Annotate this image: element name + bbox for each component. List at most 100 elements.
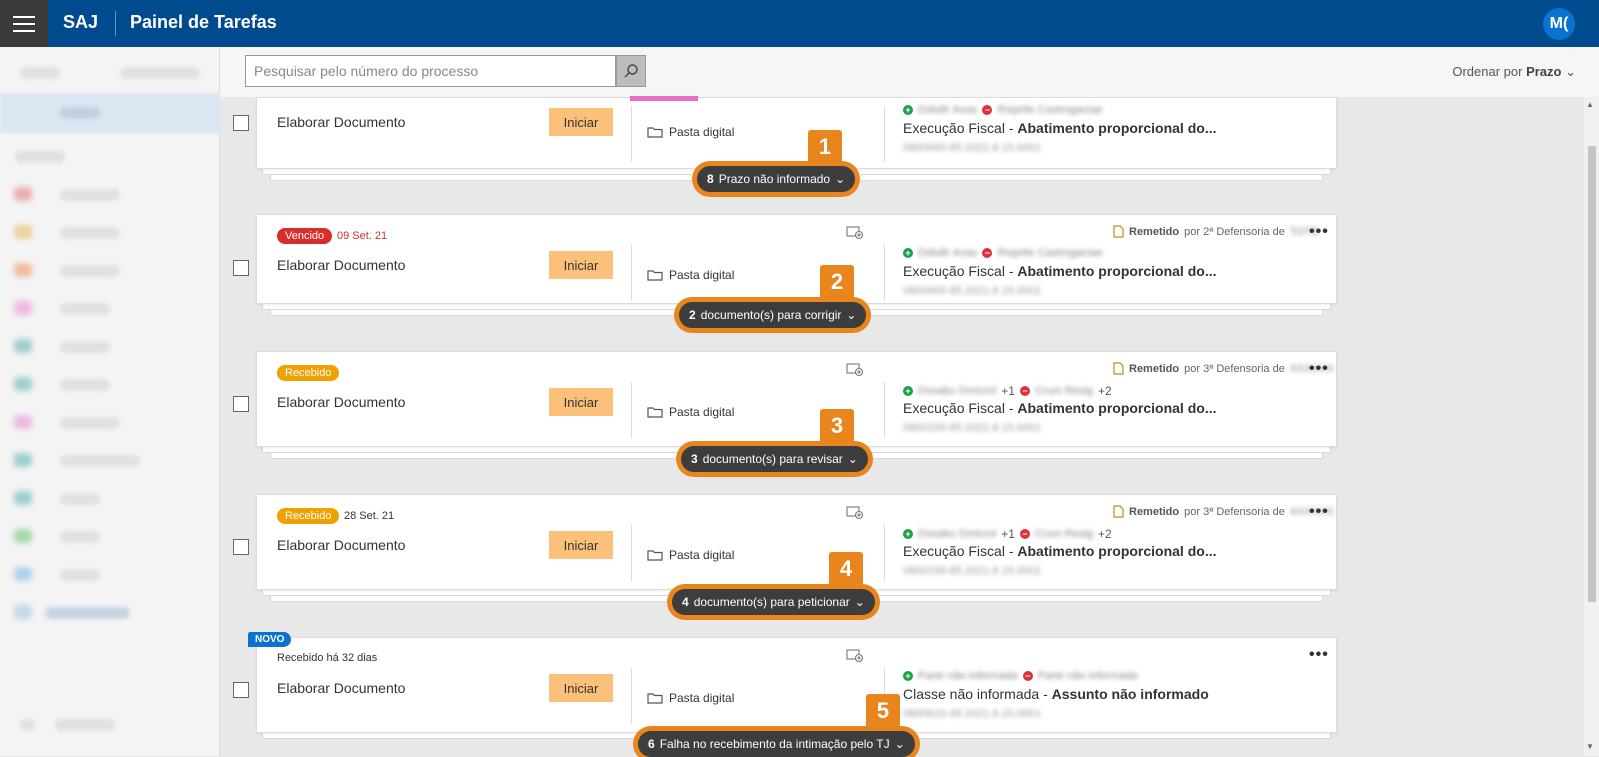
task-card[interactable]: Vencido 09 Set. 21 Remetido por 2ª Defens… <box>256 214 1337 304</box>
scroll-down-icon[interactable]: ▼ <box>1586 742 1594 751</box>
brand-logo[interactable]: SAJ <box>63 12 98 33</box>
start-button[interactable]: Iniciar <box>549 108 613 136</box>
sent-info: Remetido por 3ª Defensoria de XXXXXX <box>1113 362 1334 375</box>
more-options-icon[interactable]: ••• <box>1309 646 1329 664</box>
sidebar-item-active[interactable] <box>0 93 220 133</box>
more-options-icon[interactable]: ••• <box>1309 223 1329 241</box>
received-info: Recebido há 32 dias <box>277 652 378 664</box>
divider <box>884 245 885 301</box>
folder-icon <box>647 270 663 281</box>
minus-circle-icon: − <box>1022 671 1033 681</box>
status-badge: Recebido <box>277 508 340 524</box>
chevron-down-icon: ⌄ <box>846 308 857 322</box>
document-sent-icon <box>1113 362 1124 375</box>
task-checkbox[interactable] <box>233 115 249 131</box>
add-document-icon[interactable] <box>846 649 864 663</box>
sidebar-blur-item[interactable] <box>60 493 100 505</box>
sidebar-blur-item[interactable] <box>45 607 130 619</box>
pending-items-pill[interactable]: 4 documento(s) para peticionar ⌄ <box>672 589 875 615</box>
process-number-blurred: 0800156-85.2021.8.15.0001 <box>903 565 1042 577</box>
folder-icon <box>647 407 663 418</box>
parties-row: + Parte não informada − Parte não informad… <box>903 670 1137 682</box>
start-button[interactable]: Iniciar <box>549 674 613 702</box>
folder-icon <box>647 693 663 704</box>
sidebar-blur-item[interactable] <box>60 265 120 277</box>
task-card[interactable]: Recebido há 32 dias ••• Elaborar Documen… <box>256 637 1337 733</box>
sort-control[interactable]: Ordenar por Prazo ⌄ <box>1452 64 1576 80</box>
task-checkbox[interactable] <box>233 539 249 555</box>
callout-marker: 4 <box>829 552 863 586</box>
task-checkbox[interactable] <box>233 396 249 412</box>
process-class[interactable]: Execução Fiscal - Abatimento proporciona… <box>903 120 1217 136</box>
sidebar-blur-item <box>15 151 65 163</box>
start-button[interactable]: Iniciar <box>549 251 613 279</box>
more-parties-count[interactable]: +1 <box>1001 527 1015 541</box>
process-class[interactable]: Execução Fiscal - Abatimento proporciona… <box>903 400 1217 416</box>
party-name-blurred: Dsoabu Dmicrol <box>918 528 997 540</box>
party-name-blurred: Ddsdlr Anas <box>918 247 978 259</box>
scrollbar-thumb[interactable] <box>1588 146 1596 602</box>
party-name-blurred: Parte não informada <box>918 670 1018 682</box>
start-button[interactable]: Iniciar <box>549 531 613 559</box>
sidebar-blur-item[interactable] <box>60 379 110 391</box>
parties-row: + Dsoabu Dmicrol +1 − Crurs Resig +2 <box>903 527 1112 541</box>
sidebar-blur-item[interactable] <box>60 531 100 543</box>
process-class[interactable]: Execução Fiscal - Abatimento proporciona… <box>903 543 1217 559</box>
add-document-icon[interactable] <box>846 363 864 377</box>
task-card[interactable]: Recebido Remetido por 3ª Defensoria de XXX… <box>256 351 1337 447</box>
sidebar-blur-item[interactable] <box>60 341 110 353</box>
digital-folder-link[interactable]: Pasta digital <box>647 548 734 562</box>
minus-circle-icon: − <box>982 248 993 258</box>
task-checkbox[interactable] <box>233 260 249 276</box>
sidebar-blur-item[interactable] <box>60 569 100 581</box>
sidebar-dot-icon <box>14 377 32 391</box>
more-parties-count[interactable]: +2 <box>1098 384 1112 398</box>
new-badge: NOVO <box>248 632 292 647</box>
process-number-blurred: 0800945-85.2021.8.15.0001 <box>903 285 1042 297</box>
process-number-blurred: 0800156-85.2021.8.15.0001 <box>903 422 1042 434</box>
sidebar-blur-item[interactable] <box>60 227 120 239</box>
folder-label: Pasta digital <box>669 405 735 419</box>
sidebar-blur-item[interactable] <box>55 719 115 731</box>
process-number-blurred: 0800945-85.2021.8.15.0001 <box>903 142 1042 154</box>
task-checkbox[interactable] <box>233 682 249 698</box>
more-parties-count[interactable]: +1 <box>1001 384 1015 398</box>
avatar[interactable]: M( <box>1543 8 1575 40</box>
top-bar: SAJ Painel de Tarefas M( <box>0 0 1599 47</box>
chevron-down-icon: ⌄ <box>854 595 865 609</box>
pending-items-pill[interactable]: 6 Falha no recebimento da intimação pelo … <box>638 731 915 757</box>
task-card[interactable]: Recebido 28 Set. 21 Remetido por 3ª Defen… <box>256 494 1337 590</box>
task-card[interactable]: Elaborar Documento Iniciar Pasta digital… <box>256 97 1337 169</box>
search-button[interactable] <box>616 55 646 87</box>
pending-items-pill[interactable]: 3 documento(s) para revisar ⌄ <box>681 446 868 472</box>
sidebar-blur-item[interactable] <box>60 303 110 315</box>
pending-items-pill[interactable]: 8 Prazo não informado ⌄ <box>697 166 856 192</box>
add-document-icon[interactable] <box>846 226 864 240</box>
process-class[interactable]: Classe não informada - Assunto não infor… <box>903 686 1209 702</box>
add-document-icon[interactable] <box>846 506 864 520</box>
menu-icon[interactable] <box>0 0 48 47</box>
search-input[interactable] <box>245 55 616 87</box>
digital-folder-link[interactable]: Pasta digital <box>647 691 734 705</box>
parties-row: + Ddsdlr Anas − Rsiprlte Castrogaciae <box>903 104 1102 116</box>
more-options-icon[interactable]: ••• <box>1309 503 1329 521</box>
digital-folder-link[interactable]: Pasta digital <box>647 268 734 282</box>
due-date: 09 Set. 21 <box>337 230 388 242</box>
scroll-up-icon[interactable]: ▲ <box>1586 100 1594 109</box>
chevron-down-icon: ⌄ <box>894 737 905 751</box>
search-icon <box>624 64 638 78</box>
digital-folder-link[interactable]: Pasta digital <box>647 125 734 139</box>
sidebar-blur-item[interactable] <box>60 189 120 201</box>
pending-items-pill[interactable]: 2 documento(s) para corrigir ⌄ <box>679 302 867 328</box>
process-class[interactable]: Execução Fiscal - Abatimento proporciona… <box>903 263 1217 279</box>
minus-circle-icon: − <box>1019 386 1030 396</box>
more-options-icon[interactable]: ••• <box>1309 360 1329 378</box>
sidebar-blur-item <box>60 107 100 119</box>
more-parties-count[interactable]: +2 <box>1098 527 1112 541</box>
sidebar-blur-item[interactable] <box>60 455 140 467</box>
start-button[interactable]: Iniciar <box>549 388 613 416</box>
sidebar-blur-item[interactable] <box>60 417 120 429</box>
digital-folder-link[interactable]: Pasta digital <box>647 405 734 419</box>
page-title: Painel de Tarefas <box>130 12 277 32</box>
callout-marker: 5 <box>866 694 900 728</box>
